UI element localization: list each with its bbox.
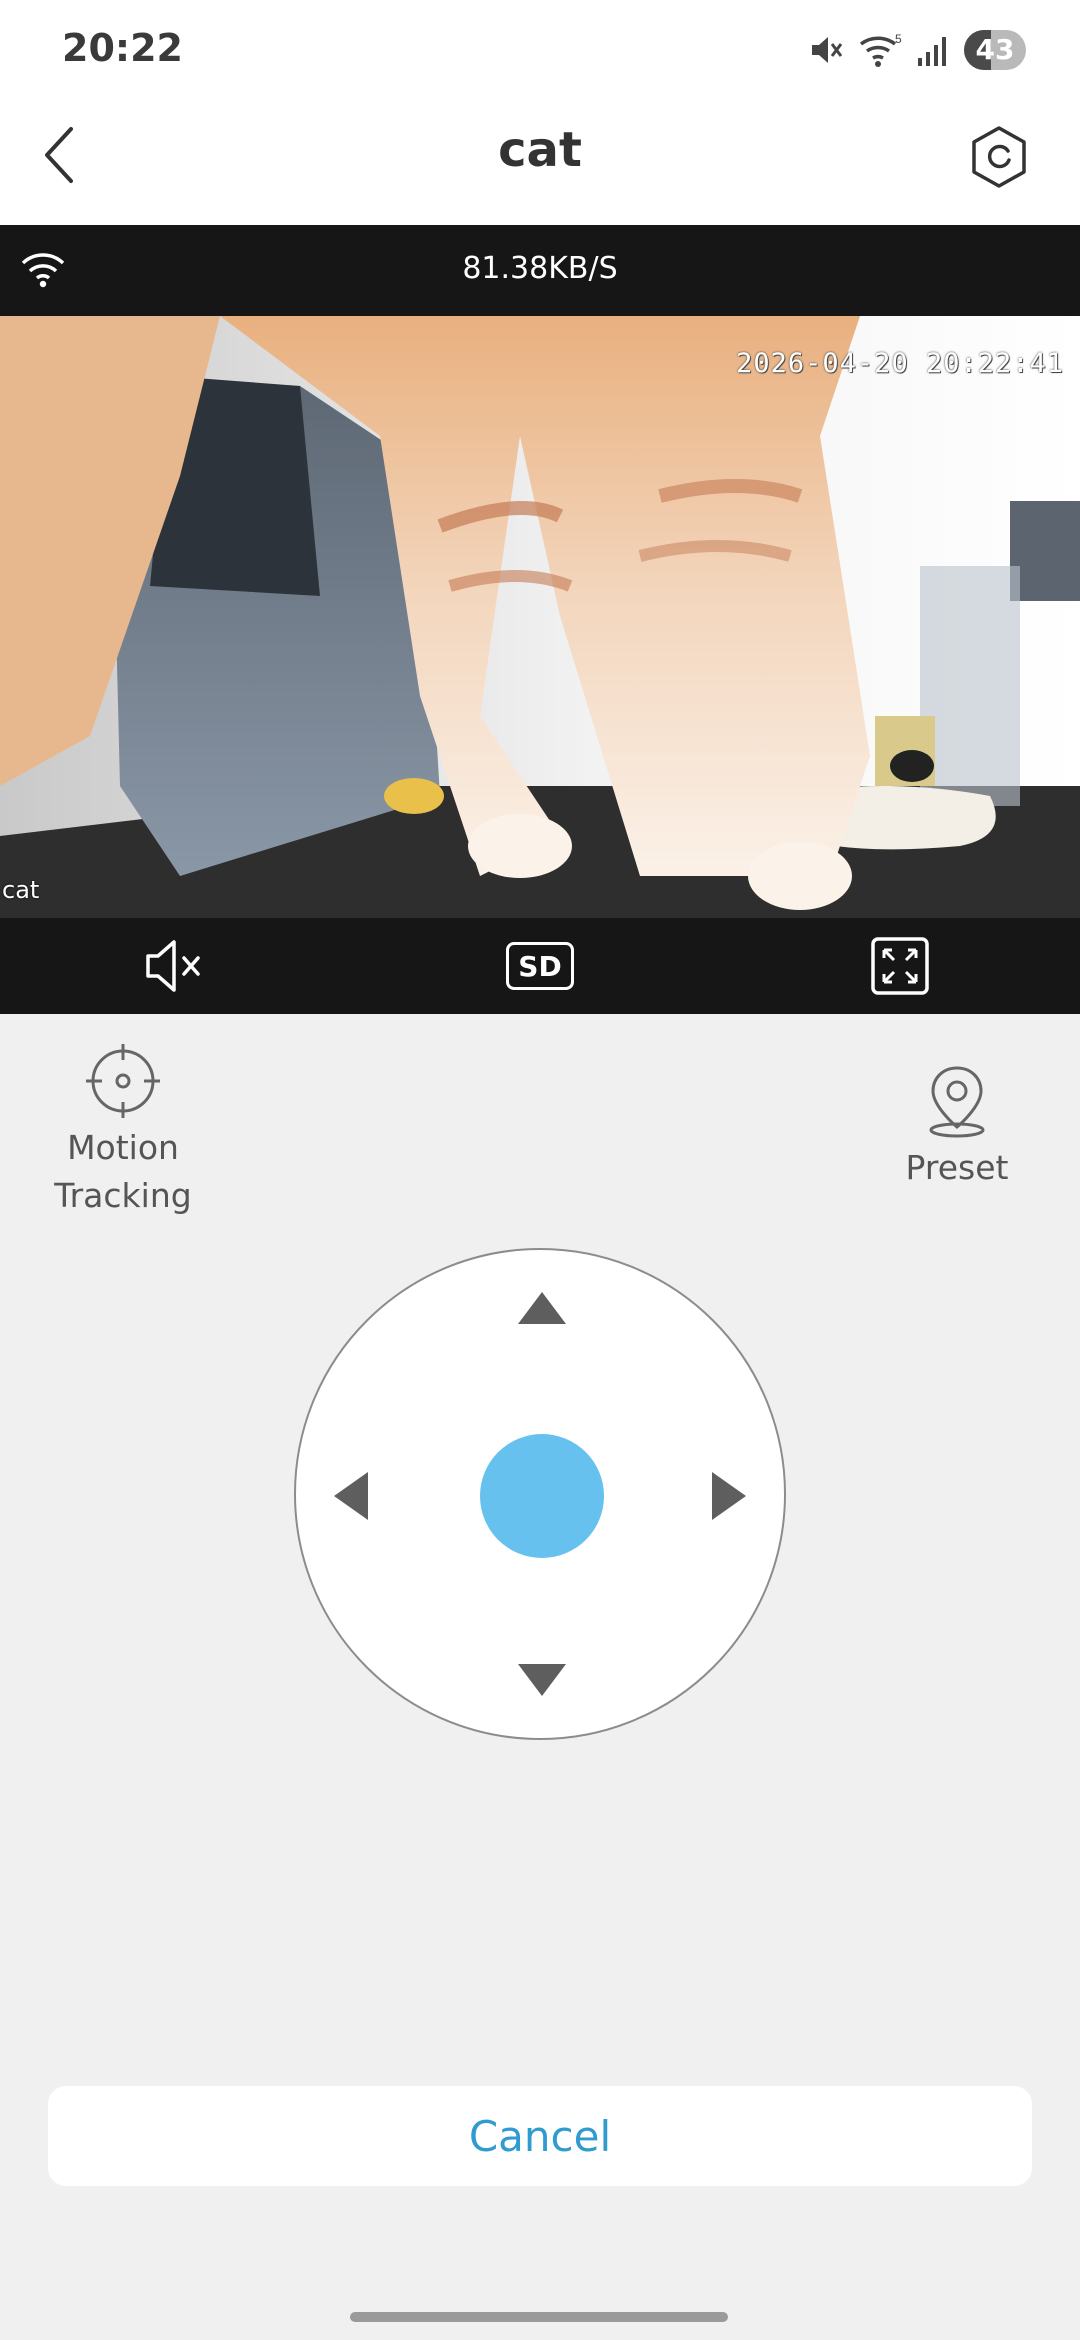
bitrate-readout: 81.38KB/S xyxy=(462,251,618,286)
video-timestamp: 2026-04-20 20:22:41 xyxy=(736,348,1064,379)
top-bar: 20:22 5 43 cat xyxy=(0,0,1080,225)
motion-tracking-button[interactable]: Motion Tracking xyxy=(40,1044,206,1220)
camera-live-view-screen: 20:22 5 43 cat 81.38KB/S 2026-04-20 20:2… xyxy=(0,0,1080,2340)
crosshair-icon xyxy=(86,1044,160,1118)
fullscreen-icon xyxy=(871,937,929,995)
pan-right-arrow-icon[interactable] xyxy=(712,1472,746,1520)
mute-icon xyxy=(812,37,843,63)
pan-up-arrow-icon[interactable] xyxy=(518,1292,566,1324)
ptz-center-knob[interactable] xyxy=(480,1434,604,1558)
video-control-bar: SD xyxy=(0,918,1080,1014)
wifi-band-label: 5 xyxy=(895,32,902,46)
camera-name-overlay: cat xyxy=(2,876,40,904)
mute-button[interactable] xyxy=(142,932,210,1000)
status-time: 20:22 xyxy=(62,26,183,70)
fullscreen-button[interactable] xyxy=(866,932,934,1000)
live-video-feed[interactable]: 2026-04-20 20:22:41 cat xyxy=(0,316,1080,918)
camera-image xyxy=(0,316,1080,918)
ptz-joystick[interactable] xyxy=(294,1248,786,1740)
pan-down-arrow-icon[interactable] xyxy=(518,1664,566,1696)
status-icons: 5 43 xyxy=(808,28,1026,72)
settings-button[interactable] xyxy=(966,124,1032,190)
pan-left-arrow-icon[interactable] xyxy=(334,1472,368,1520)
battery-icon: 43 xyxy=(964,30,1026,70)
gear-icon xyxy=(972,126,1026,188)
home-indicator[interactable] xyxy=(350,2312,728,2322)
speaker-mute-icon xyxy=(146,940,200,992)
sd-label: SD xyxy=(506,942,574,990)
cell-signal-icon xyxy=(918,37,946,66)
wifi-icon: 5 xyxy=(859,32,902,67)
quality-sd-button[interactable]: SD xyxy=(506,932,574,1000)
location-pin-icon xyxy=(929,1066,985,1138)
video-info-bar: 81.38KB/S xyxy=(0,225,1080,316)
preset-button[interactable]: Preset xyxy=(898,1064,1016,1192)
motion-tracking-label: Motion Tracking xyxy=(54,1128,192,1215)
battery-level: 43 xyxy=(975,33,1015,66)
page-title: cat xyxy=(498,122,582,178)
preset-label: Preset xyxy=(905,1148,1009,1187)
cancel-button[interactable]: Cancel xyxy=(48,2086,1032,2186)
